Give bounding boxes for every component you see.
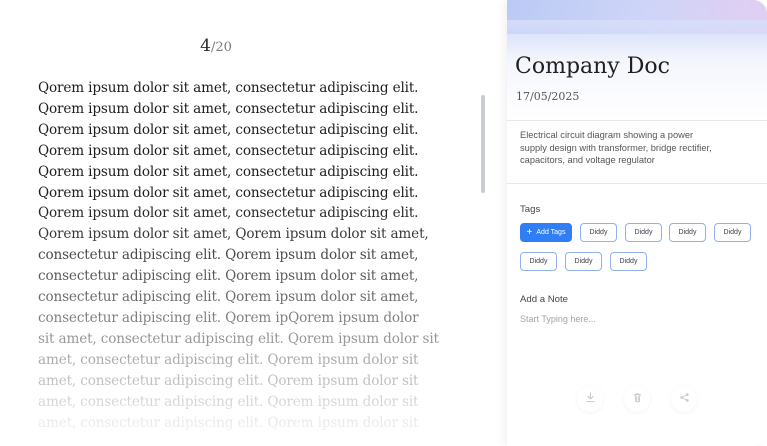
share-button[interactable] (671, 386, 697, 412)
tag-chip[interactable]: Diddy (580, 223, 617, 242)
tag-chip[interactable]: Diddy (565, 252, 602, 271)
tag-chip[interactable]: Diddy (714, 223, 751, 242)
text-line: sit amet, consectetur adipiscing elit. Q… (38, 330, 439, 347)
text-line: consectetur adipiscing elit. Qorem ipsum… (38, 289, 419, 306)
total-pages: 20 (215, 40, 232, 55)
tag-chip[interactable]: Diddy (625, 223, 662, 242)
note-input[interactable] (520, 312, 750, 326)
tag-chip[interactable]: Diddy (610, 252, 647, 271)
text-line: Qorem ipsum dolor sit amet, Qorem ipsum … (38, 226, 429, 243)
divider (507, 183, 767, 184)
text-line: Qorem ipsum dolor sit amet, consectetur … (38, 80, 419, 96)
tag-chip[interactable]: Diddy (669, 223, 706, 242)
text-line: amet, consectetur adipiscing elit. Qorem… (38, 351, 419, 368)
text-line: amet, consectetur adipiscing elit. Qorem… (38, 393, 419, 410)
text-line: Qorem ipsum dolor sit amet, consectetur … (38, 163, 419, 180)
text-line: Qorem ipsum dolor sit amet, consectetur … (38, 205, 419, 222)
text-line: consectetur adipiscing elit. Qorem ipsum… (38, 247, 419, 264)
tag-chip[interactable]: Diddy (520, 252, 557, 271)
text-line: consectetur adipiscing elit. Qorem ipsum… (38, 268, 419, 285)
details-panel: Company Doc 17/05/2025 Electrical circui… (507, 0, 767, 446)
scrollbar-thumb[interactable] (481, 95, 485, 193)
document-description: Electrical circuit diagram showing a pow… (520, 130, 712, 166)
note-label: Add a Note (520, 294, 569, 305)
text-line: amet, consectetur adipiscing elit. Qorem… (38, 372, 419, 389)
text-line: amet, consectetur adipiscing elit. Qorem… (38, 414, 419, 431)
page-indicator: 4/20 (0, 36, 432, 56)
download-button[interactable] (577, 386, 603, 412)
document-reader: 4/20 Qorem ipsum dolor sit amet, consect… (0, 0, 507, 446)
text-line: Qorem ipsum dolor sit amet, consectetur … (38, 142, 419, 159)
text-line: Qorem ipsum dolor sit amet, consectetur … (38, 121, 419, 138)
document-date: 17/05/2025 (516, 90, 580, 103)
document-text: Qorem ipsum dolor sit amet, consectetur … (38, 78, 439, 433)
tags-label: Tags (520, 204, 541, 215)
divider (507, 120, 767, 121)
text-line: consectetur adipiscing elit. Qorem ipQor… (38, 309, 419, 326)
document-title: Company Doc (515, 54, 670, 79)
download-icon (585, 390, 596, 408)
text-line: Qorem ipsum dolor sit amet, consectetur … (38, 100, 419, 117)
text-line: Qorem ipsum dolor sit amet, consectetur … (38, 184, 419, 201)
share-icon (679, 390, 690, 408)
plus-icon: + (526, 226, 533, 238)
current-page: 4 (200, 36, 211, 56)
add-tags-label: Add Tags (536, 229, 566, 236)
delete-button[interactable] (624, 386, 650, 412)
add-tags-button[interactable]: + Add Tags (520, 223, 572, 242)
trash-icon (632, 390, 643, 408)
